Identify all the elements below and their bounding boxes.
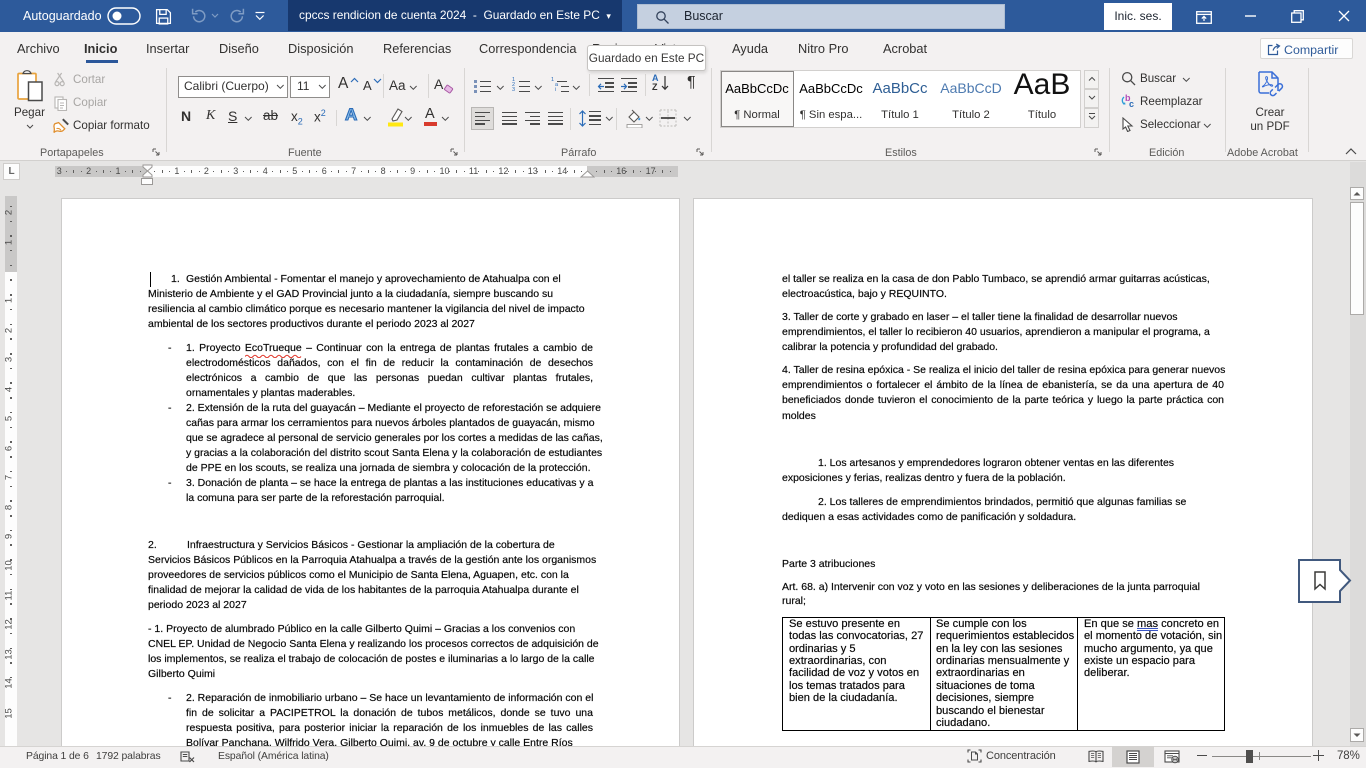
svg-text:c: c [1129,99,1134,109]
